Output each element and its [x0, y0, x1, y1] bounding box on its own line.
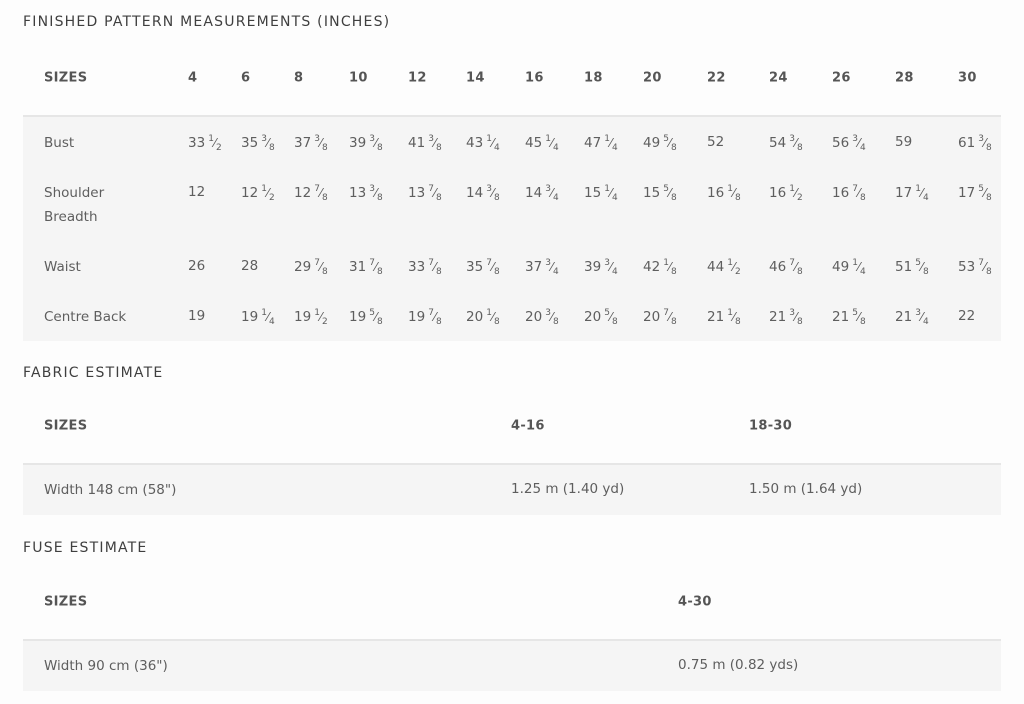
measurement-cell: 37 3⁄8 — [294, 134, 328, 153]
measurement-cell: 19 7⁄8 — [408, 308, 442, 327]
measurement-cell: 49 5⁄8 — [643, 134, 677, 153]
size-header-24: 24 — [769, 70, 788, 85]
fuse-header-row: SIZES 4-30 — [23, 564, 1001, 641]
measurement-cell: 17 1⁄4 — [895, 184, 929, 203]
measurements-title: FINISHED PATTERN MEASUREMENTS (INCHES) — [23, 14, 391, 30]
measurement-cell: 56 3⁄4 — [832, 134, 866, 153]
size-header-20: 20 — [643, 70, 662, 85]
measurement-cell: 16 1⁄8 — [707, 184, 741, 203]
measurement-cell: 35 7⁄8 — [466, 258, 500, 277]
measurement-cell: 12 — [188, 184, 206, 200]
measurement-cell: 33 1⁄2 — [188, 134, 222, 153]
fuse-title: FUSE ESTIMATE — [23, 540, 148, 556]
measurement-cell: 37 3⁄4 — [525, 258, 559, 277]
measurement-cell: 20 1⁄8 — [466, 308, 500, 327]
fuse-body: Width 90 cm (36") 0.75 m (0.82 yds) — [23, 641, 1001, 691]
measurement-cell: 14 3⁄8 — [466, 184, 500, 203]
measurement-cell: 39 3⁄8 — [349, 134, 383, 153]
fabric-header-row: SIZES 4-16 18-30 — [23, 388, 1001, 465]
measurement-cell: 45 1⁄4 — [525, 134, 559, 153]
measurement-cell: 21 1⁄8 — [707, 308, 741, 327]
measurement-cell: 12 1⁄2 — [241, 184, 275, 203]
size-header-28: 28 — [895, 70, 914, 85]
size-header-26: 26 — [832, 70, 851, 85]
measurement-cell: 44 1⁄2 — [707, 258, 741, 277]
row-label: Centre Back — [44, 309, 127, 325]
measurement-cell: 54 3⁄8 — [769, 134, 803, 153]
measurement-cell: 20 5⁄8 — [584, 308, 618, 327]
measurement-cell: 43 1⁄4 — [466, 134, 500, 153]
measurement-cell: 21 3⁄4 — [895, 308, 929, 327]
size-header-22: 22 — [707, 70, 726, 85]
measurement-cell: 52 — [707, 134, 725, 150]
measurement-cell: 53 7⁄8 — [958, 258, 992, 277]
column-header: 4-30 — [678, 594, 712, 609]
measurement-cell: 13 3⁄8 — [349, 184, 383, 203]
measurement-cell: 16 7⁄8 — [832, 184, 866, 203]
row-label: Waist — [44, 259, 81, 275]
measurement-cell: 42 1⁄8 — [643, 258, 677, 277]
measurement-cell: 21 5⁄8 — [832, 308, 866, 327]
size-header-12: 12 — [408, 70, 427, 85]
fabric-table: SIZES 4-16 18-30 Width 148 cm (58") 1.25 m… — [23, 388, 1001, 515]
measurement-cell: 46 7⁄8 — [769, 258, 803, 277]
size-header-14: 14 — [466, 70, 485, 85]
size-header-6: 6 — [241, 70, 251, 85]
measurement-cell: 15 1⁄4 — [584, 184, 618, 203]
measurement-cell: 21 3⁄8 — [769, 308, 803, 327]
measurement-cell: 14 3⁄4 — [525, 184, 559, 203]
row-label: Shoulder Breadth — [44, 185, 105, 225]
column-header: 18-30 — [749, 418, 793, 433]
measurement-cell: 41 3⁄8 — [408, 134, 442, 153]
size-header-10: 10 — [349, 70, 368, 85]
fabric-body: Width 148 cm (58") 1.25 m (1.40 yd) 1.50 m… — [23, 465, 1001, 515]
measurement-cell: 12 7⁄8 — [294, 184, 328, 203]
measurement-cell: 19 — [188, 308, 206, 324]
measurement-cell: 47 1⁄4 — [584, 134, 618, 153]
size-header-30: 30 — [958, 70, 977, 85]
measurement-cell: 26 — [188, 258, 206, 274]
sizes-header: SIZES — [44, 418, 88, 433]
measurement-cell: 19 1⁄4 — [241, 308, 275, 327]
measurement-cell: 31 7⁄8 — [349, 258, 383, 277]
estimate-cell: 1.50 m (1.64 yd) — [749, 481, 863, 497]
measurement-cell: 29 7⁄8 — [294, 258, 328, 277]
row-label: Width 148 cm (58") — [44, 482, 177, 498]
measurement-cell: 28 — [241, 258, 259, 274]
measurement-cell: 13 7⁄8 — [408, 184, 442, 203]
measurement-cell: 59 — [895, 134, 913, 150]
measurement-cell: 20 3⁄8 — [525, 308, 559, 327]
measurement-cell: 16 1⁄2 — [769, 184, 803, 203]
measurements-body: Bust 33 1⁄2 35 3⁄8 37 3⁄8 39 3⁄8 41 3⁄8 43 1⁄4 45 1⁄4 4… — [23, 117, 1001, 341]
measurement-cell: 39 3⁄4 — [584, 258, 618, 277]
measurement-cell: 17 5⁄8 — [958, 184, 992, 203]
size-header-18: 18 — [584, 70, 603, 85]
measurement-cell: 51 5⁄8 — [895, 258, 929, 277]
measurement-cell: 19 1⁄2 — [294, 308, 328, 327]
measurement-cell: 49 1⁄4 — [832, 258, 866, 277]
fabric-title: FABRIC ESTIMATE — [23, 365, 164, 381]
measurement-cell: 61 3⁄8 — [958, 134, 992, 153]
estimate-cell: 1.25 m (1.40 yd) — [511, 481, 625, 497]
size-header-4: 4 — [188, 70, 198, 85]
measurements-table: SIZES 4 6 8 10 12 14 16 18 20 22 24 26 28 30 Bust 33 1⁄… — [23, 40, 1001, 341]
measurement-cell: 20 7⁄8 — [643, 308, 677, 327]
row-label: Width 90 cm (36") — [44, 658, 168, 674]
sizes-header: SIZES — [44, 594, 88, 609]
measurement-cell: 22 — [958, 308, 976, 324]
measurements-header-row: SIZES 4 6 8 10 12 14 16 18 20 22 24 26 28 30 — [23, 40, 1001, 117]
size-header-8: 8 — [294, 70, 304, 85]
measurement-cell: 15 5⁄8 — [643, 184, 677, 203]
column-header: 4-16 — [511, 418, 545, 433]
measurement-cell: 19 5⁄8 — [349, 308, 383, 327]
sizes-header: SIZES — [44, 70, 88, 85]
measurement-cell: 33 7⁄8 — [408, 258, 442, 277]
measurement-cell: 35 3⁄8 — [241, 134, 275, 153]
size-header-16: 16 — [525, 70, 544, 85]
row-label: Bust — [44, 135, 75, 151]
estimate-cell: 0.75 m (0.82 yds) — [678, 657, 799, 673]
fuse-table: SIZES 4-30 Width 90 cm (36") 0.75 m (0.82… — [23, 564, 1001, 691]
